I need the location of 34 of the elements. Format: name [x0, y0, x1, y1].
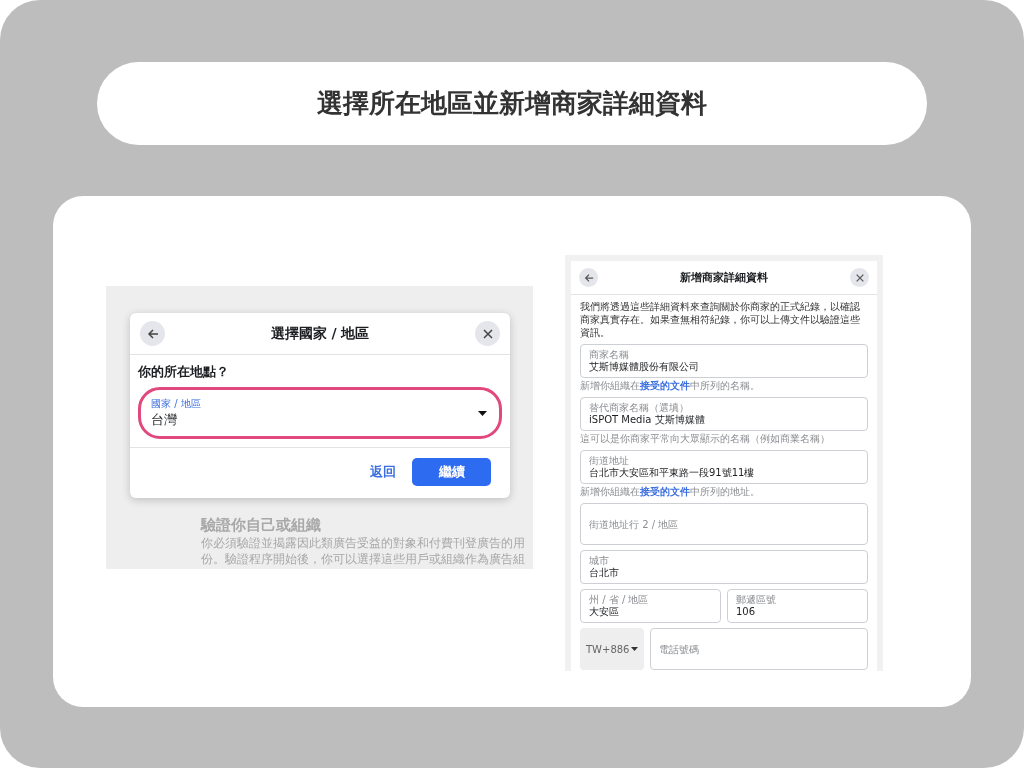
input-field[interactable]: 電話號碼 — [650, 628, 868, 670]
documents-link[interactable]: 接受的文件 — [640, 380, 690, 391]
close-button[interactable] — [475, 321, 500, 346]
form-title: 新增商家詳細資料 — [680, 270, 768, 285]
help-text: 新增你組織在接受的文件中所列的名稱。 — [580, 380, 761, 392]
continue-button[interactable]: 繼續 — [412, 458, 491, 486]
back-button[interactable] — [140, 321, 165, 346]
back-button[interactable] — [579, 268, 598, 287]
back-arrow-icon — [146, 327, 159, 340]
input-field[interactable]: 商家名稱 艾斯博媒體股份有限公司 — [580, 344, 868, 378]
close-icon — [854, 272, 865, 283]
back-arrow-icon — [583, 272, 594, 283]
background-text: 份。驗證程序開始後，你可以選擇這些用戶或組織作為廣告組 — [201, 551, 525, 567]
question-label: 你的所在地點？ — [138, 363, 230, 381]
input-field[interactable]: 替代商家名稱（選填） iSPOT Media 艾斯博媒體 — [580, 397, 868, 431]
background-text: 你必須驗證並揭露因此類廣告受益的對象和付費刊登廣告的用 — [201, 535, 525, 551]
dialog-title: 選擇國家 / 地區 — [270, 324, 370, 343]
back-link-button[interactable]: 返回 — [370, 463, 396, 481]
input-field[interactable]: 街道地址 台北市大安區和平東路一段91號11樓 — [580, 450, 868, 484]
input-field[interactable]: 城市 台北市 — [580, 550, 868, 584]
form-description: 我們將透過這些詳細資料來查詢關於你商家的正式紀錄，以確認商家真實存在。如果查無相符紀錄，你可以上傳文件以驗證這些資訊。 — [580, 300, 861, 339]
input-field[interactable]: 州 / 省 / 地區 大安區 — [580, 589, 721, 623]
dropdown-caret-icon — [631, 647, 638, 651]
close-icon — [481, 327, 494, 340]
close-button[interactable] — [850, 268, 869, 287]
input-field[interactable]: 郵遞區號 106 — [727, 589, 868, 623]
page-heading: 選擇所在地區並新增商家詳細資料 — [317, 87, 707, 120]
help-text: 這可以是你商家平常向大眾顯示的名稱（例如商業名稱） — [580, 433, 831, 445]
background-heading: 驗證你自己或組織 — [201, 516, 322, 535]
input-field[interactable]: 街道地址行 2 / 地區 — [580, 503, 868, 545]
documents-link[interactable]: 接受的文件 — [640, 486, 690, 497]
help-text: 新增你組織在接受的文件中所列的地址。 — [580, 486, 761, 498]
country-code-select[interactable]: TW+886 — [580, 628, 644, 670]
dropdown-caret-icon — [478, 410, 487, 416]
